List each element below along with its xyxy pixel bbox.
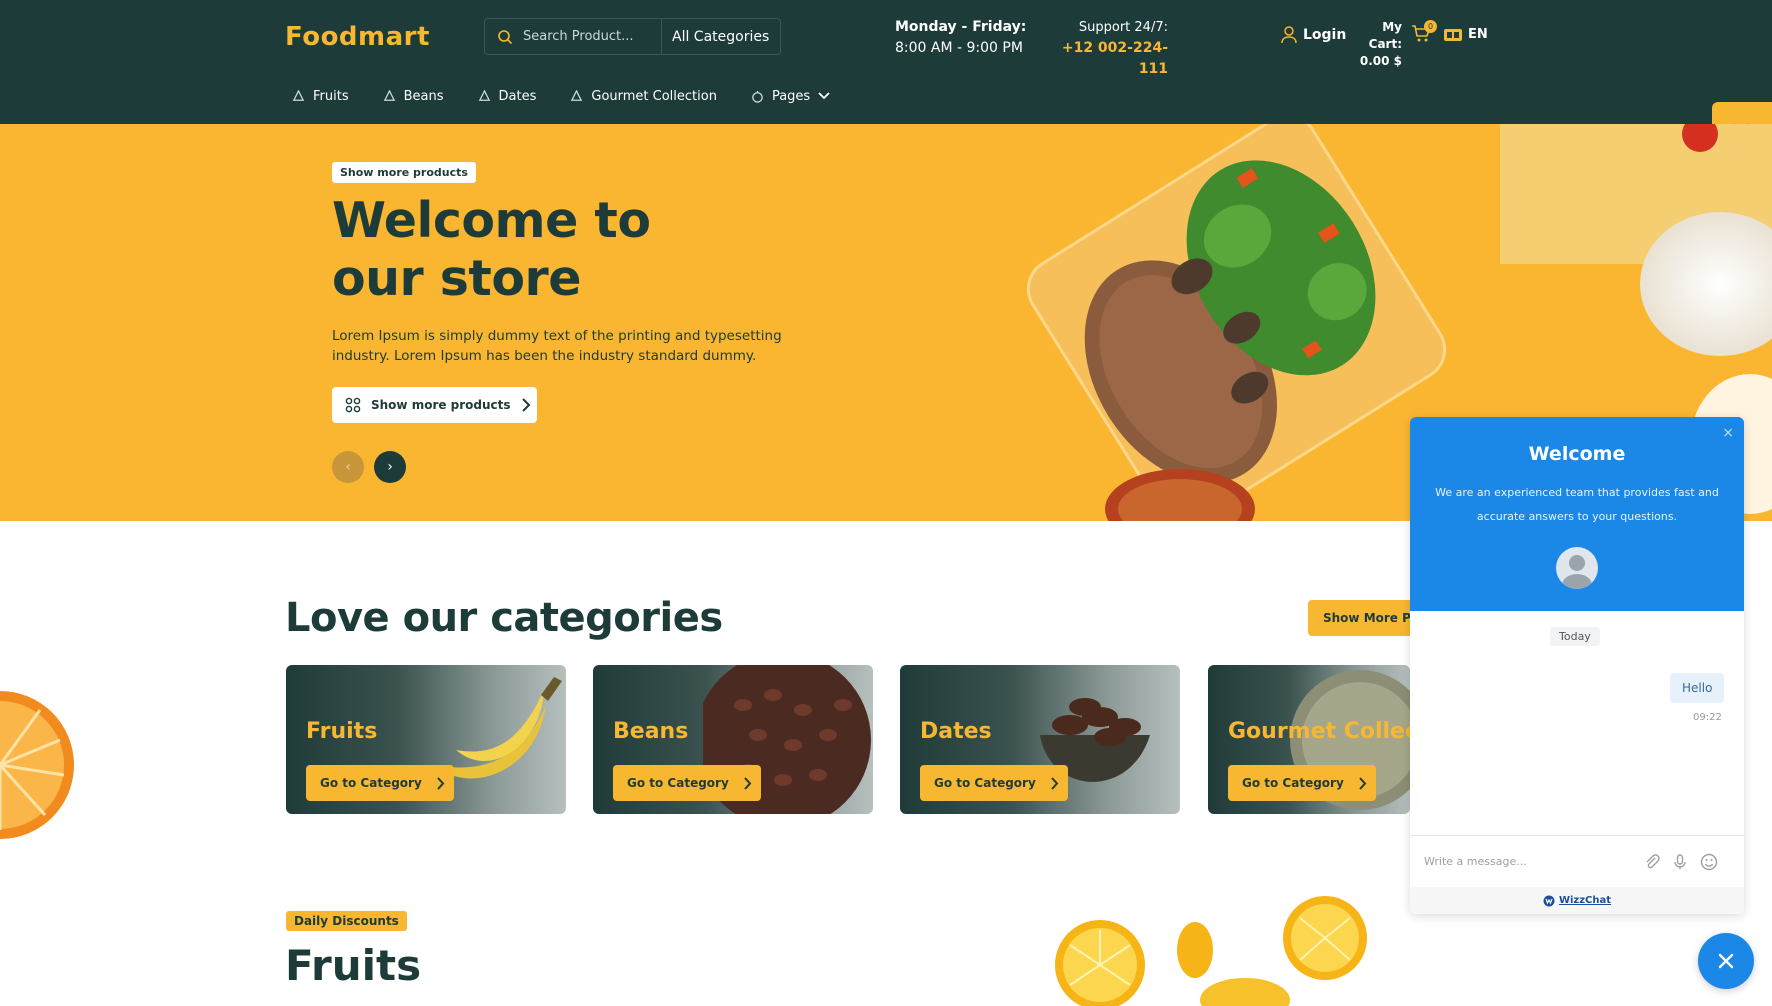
- language-switcher[interactable]: EN: [1444, 27, 1488, 42]
- hero-title: Welcome to our store: [332, 192, 782, 308]
- go-to-category-label: Go to Category: [627, 776, 729, 790]
- microphone-icon[interactable]: [1672, 853, 1688, 870]
- go-to-category-button[interactable]: Go to Category: [1228, 765, 1376, 801]
- chevron-down-icon: [818, 92, 830, 100]
- chevron-right-icon: [521, 398, 530, 412]
- cart-total: 0.00 $: [1359, 54, 1402, 68]
- category-card-gourmet[interactable]: Gourmet Collection Go to Category: [1208, 665, 1410, 814]
- show-more-products-button[interactable]: Show more products: [332, 387, 537, 423]
- nav-item-dates[interactable]: Dates: [478, 88, 537, 104]
- nav-item-beans[interactable]: Beans: [383, 89, 444, 104]
- search-icon[interactable]: [495, 27, 515, 47]
- category-name: Dates: [920, 719, 992, 744]
- wizzchat-logo-icon: [1543, 895, 1555, 906]
- slider-prev-button[interactable]: ‹: [332, 451, 364, 483]
- hero-description: Lorem Ipsum is simply dummy text of the …: [332, 328, 782, 364]
- category-select[interactable]: All Categories: [672, 29, 769, 45]
- drop-icon: [478, 89, 490, 101]
- language-icon: [1444, 28, 1462, 41]
- category-name: Gourmet Collection: [1228, 719, 1410, 744]
- category-name: Beans: [613, 719, 689, 744]
- chat-close-button[interactable]: ×: [1722, 425, 1734, 441]
- go-to-category-button[interactable]: Go to Category: [613, 765, 761, 801]
- go-to-category-label: Go to Category: [934, 776, 1036, 790]
- chevron-right-icon: [744, 776, 752, 790]
- nav-label: Dates: [498, 88, 537, 104]
- hero-title-line2: our store: [332, 250, 581, 307]
- support-phone[interactable]: +12 002-224-111: [1058, 38, 1168, 80]
- category-card-beans[interactable]: Beans Go to Category: [593, 665, 873, 814]
- support-info: Support 24/7: +12 002-224-111: [1058, 17, 1168, 80]
- search-divider: [661, 19, 662, 54]
- show-more-label: Show more products: [371, 398, 511, 412]
- slider-next-button[interactable]: ›: [374, 451, 406, 483]
- lemons-image: [1055, 896, 1367, 1006]
- nav-label: Pages: [771, 88, 811, 104]
- go-to-category-label: Go to Category: [1242, 776, 1344, 790]
- drop-icon: [571, 89, 583, 101]
- emoji-icon[interactable]: [1700, 853, 1718, 871]
- chat-widget: × Welcome We are an experienced team tha…: [1410, 417, 1744, 914]
- login-link[interactable]: Login: [1281, 26, 1346, 44]
- hours-days: Monday - Friday:: [895, 19, 1027, 35]
- chat-brand-link[interactable]: WizzChat: [1410, 887, 1744, 914]
- discounts-title: Fruits: [285, 941, 422, 990]
- language-label: EN: [1468, 27, 1488, 42]
- opening-hours: Monday - Friday: 8:00 AM - 9:00 PM: [895, 17, 1026, 59]
- category-name: Fruits: [306, 719, 378, 744]
- cart-count-badge: 0: [1424, 20, 1437, 33]
- main-nav: Fruits Beans Dates Gourmet Collection Pa…: [292, 84, 864, 108]
- chat-date-divider: Today: [1550, 627, 1600, 646]
- agent-avatar: [1556, 547, 1598, 589]
- avatar-icon: [1562, 555, 1592, 589]
- stopwatch-icon: [752, 90, 763, 103]
- cart-label: My Cart:: [1368, 20, 1402, 51]
- hero-badge: Show more products: [332, 162, 476, 183]
- chevron-right-icon: [437, 776, 445, 790]
- orange-slice-image: [0, 691, 74, 839]
- daily-discounts-badge: Daily Discounts: [286, 911, 407, 931]
- chat-welcome-title: Welcome: [1528, 443, 1626, 465]
- user-icon: [1281, 26, 1297, 44]
- search-bar[interactable]: Search Product... All Categories: [484, 18, 781, 55]
- attachment-icon[interactable]: [1644, 853, 1660, 870]
- chevron-right-icon: [1051, 776, 1059, 790]
- chat-input-bar: Write a message...: [1410, 835, 1744, 887]
- drop-icon: [292, 89, 305, 101]
- chat-message-time: 09:22: [1693, 712, 1722, 723]
- nav-label: Fruits: [313, 88, 349, 104]
- category-card-dates[interactable]: Dates Go to Category: [900, 665, 1180, 814]
- chat-header: × Welcome We are an experienced team tha…: [1410, 417, 1744, 611]
- nav-item-pages[interactable]: Pages: [751, 89, 830, 104]
- chat-tools: [1644, 853, 1718, 871]
- hero-title-line1: Welcome to: [332, 192, 651, 249]
- chat-message-input[interactable]: Write a message...: [1424, 855, 1644, 868]
- grid-icon: [345, 397, 361, 413]
- chat-description: We are an experienced team that provides…: [1435, 486, 1719, 523]
- drop-icon: [383, 89, 395, 101]
- search-input[interactable]: Search Product...: [523, 29, 661, 44]
- go-to-category-label: Go to Category: [320, 776, 422, 790]
- nav-label: Beans: [403, 88, 444, 104]
- support-label: Support 24/7:: [1078, 20, 1168, 35]
- login-label: Login: [1303, 27, 1347, 43]
- cart-summary[interactable]: My Cart: 0.00 $: [1352, 19, 1402, 70]
- chevron-right-icon: [1359, 776, 1367, 790]
- chat-brand-label: WizzChat: [1558, 895, 1612, 906]
- site-header: Foodmart Search Product... All Categorie…: [0, 0, 1772, 124]
- nav-label: Gourmet Collection: [591, 88, 717, 104]
- go-to-category-button[interactable]: Go to Category: [306, 765, 454, 801]
- nav-item-fruits[interactable]: Fruits: [292, 89, 349, 104]
- hours-time: 8:00 AM - 9:00 PM: [895, 40, 1023, 56]
- close-icon: [1718, 953, 1734, 969]
- nav-item-gourmet[interactable]: Gourmet Collection: [570, 89, 717, 104]
- site-logo[interactable]: Foodmart: [285, 22, 430, 52]
- chat-message-bubble: Hello: [1670, 673, 1725, 703]
- chat-toggle-button[interactable]: [1698, 933, 1754, 989]
- categories-title: Love our categories: [285, 595, 723, 641]
- category-card-fruits[interactable]: Fruits Go to Category: [286, 665, 566, 814]
- go-to-category-button[interactable]: Go to Category: [920, 765, 1068, 801]
